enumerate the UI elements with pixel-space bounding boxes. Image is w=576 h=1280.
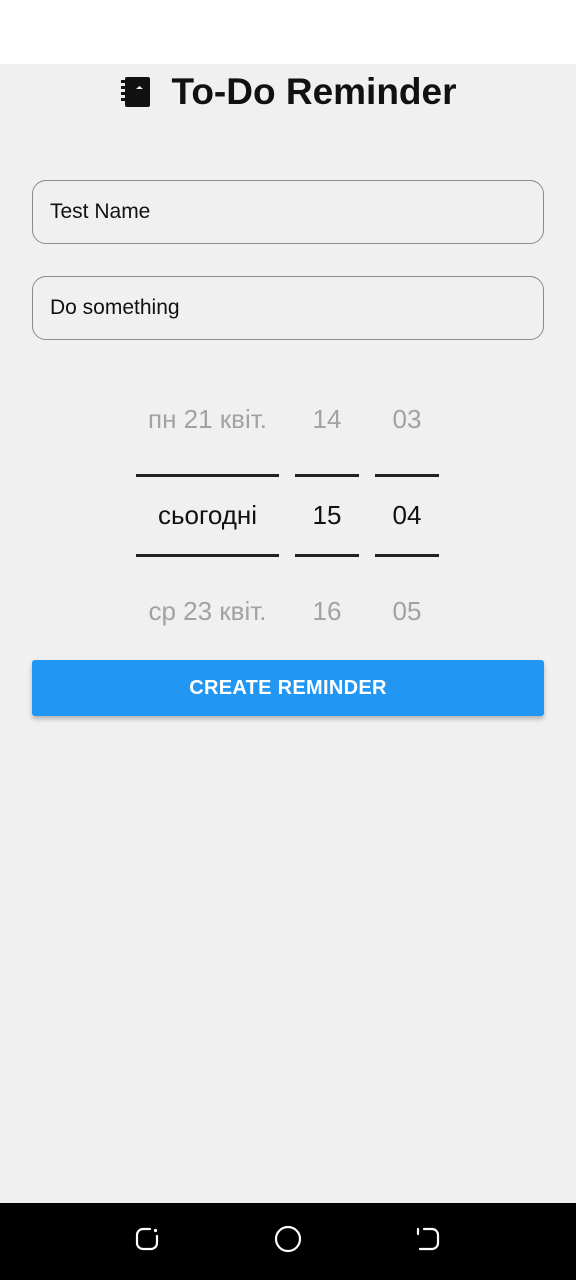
minute-option-next[interactable]: 05	[375, 596, 439, 627]
picker-divider	[295, 474, 359, 477]
home-icon	[274, 1225, 302, 1258]
app-header: To-Do Reminder	[0, 64, 576, 120]
status-bar	[0, 0, 576, 64]
recents-button[interactable]	[129, 1223, 165, 1259]
date-option-next[interactable]: ср 23 квіт.	[136, 596, 279, 627]
picker-divider	[136, 554, 279, 557]
back-icon	[415, 1226, 441, 1257]
recents-icon	[134, 1226, 160, 1257]
date-option-prev[interactable]: пн 21 квіт.	[136, 404, 279, 435]
picker-divider	[375, 554, 439, 557]
notebook-icon	[119, 75, 153, 109]
minute-picker[interactable]: 03 04 05	[375, 380, 439, 648]
minute-option-prev[interactable]: 03	[375, 404, 439, 435]
back-button[interactable]	[410, 1223, 446, 1259]
hour-option-prev[interactable]: 14	[295, 404, 359, 435]
date-picker[interactable]: пн 21 квіт. сьогодні ср 23 квіт.	[136, 380, 279, 648]
name-field[interactable]	[32, 180, 544, 244]
create-reminder-button[interactable]: CREATE REMINDER	[32, 660, 544, 716]
navigation-bar	[0, 1203, 576, 1280]
description-field[interactable]	[32, 276, 544, 340]
home-button[interactable]	[270, 1223, 306, 1259]
hour-picker[interactable]: 14 15 16	[295, 380, 359, 648]
picker-divider	[295, 554, 359, 557]
date-option-selected[interactable]: сьогодні	[136, 500, 279, 531]
page-title: To-Do Reminder	[171, 71, 457, 112]
hour-option-selected[interactable]: 15	[295, 500, 359, 531]
picker-divider	[375, 474, 439, 477]
picker-divider	[136, 474, 279, 477]
hour-option-next[interactable]: 16	[295, 596, 359, 627]
minute-option-selected[interactable]: 04	[375, 500, 439, 531]
